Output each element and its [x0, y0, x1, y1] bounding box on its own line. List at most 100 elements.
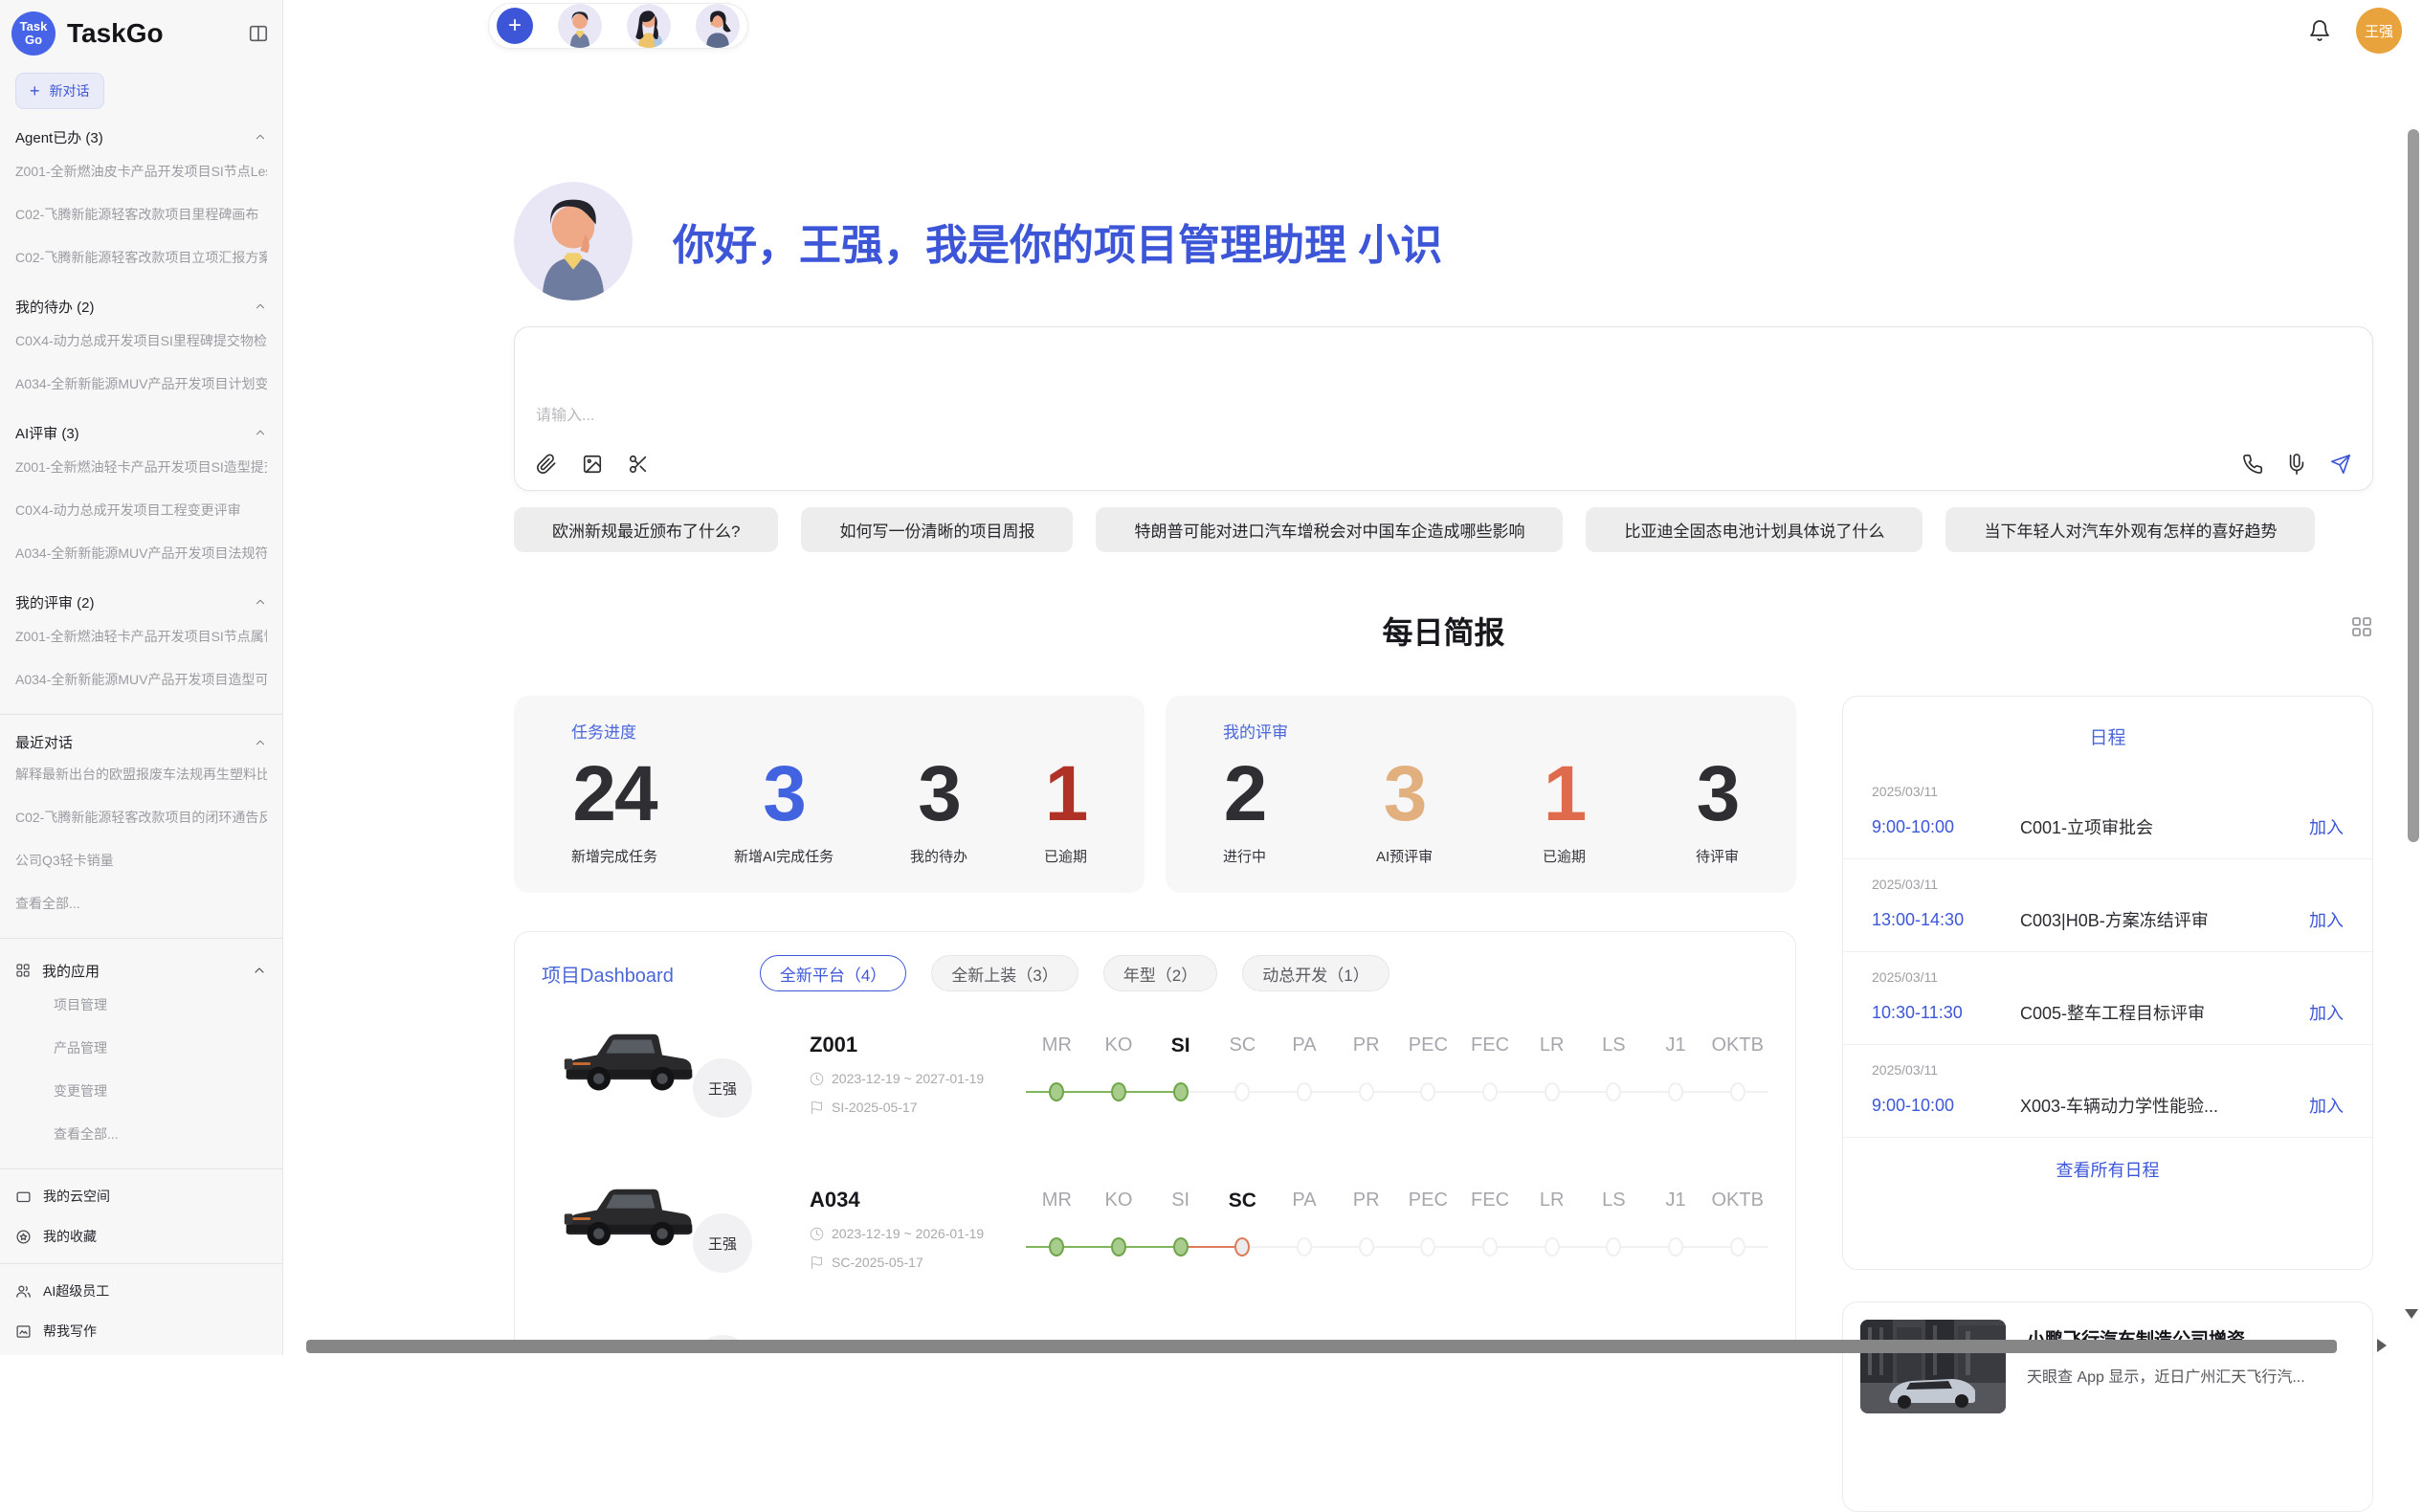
- join-button[interactable]: 加入: [2309, 1093, 2344, 1118]
- suggestion-chip[interactable]: 当下年轻人对汽车外观有怎样的喜好趋势: [1945, 507, 2315, 552]
- sidebar-conversation-item[interactable]: A034-全新新能源MUV产品开发项目法规符合性评审: [15, 531, 267, 574]
- sidebar-item-help-write[interactable]: 帮我写作: [15, 1318, 267, 1345]
- milestone: LR: [1521, 1190, 1583, 1268]
- chat-composer[interactable]: 请输入...: [514, 326, 2373, 491]
- add-member-button[interactable]: +: [497, 8, 533, 44]
- milestone-dot: [1420, 1082, 1435, 1101]
- join-button[interactable]: 加入: [2309, 814, 2344, 839]
- sidebar-app-item[interactable]: 变更管理: [15, 1069, 267, 1112]
- stat-value: 1: [1045, 750, 1087, 838]
- dashboard-filter-tab[interactable]: 动总开发（1）: [1242, 955, 1389, 991]
- join-button[interactable]: 加入: [2309, 1000, 2344, 1025]
- layout-grid-icon[interactable]: [2350, 615, 2373, 638]
- attachment-icon[interactable]: [536, 454, 557, 475]
- sidebar-conversation-item[interactable]: C02-飞腾新能源轻客改款项目立项汇报方案: [15, 235, 267, 278]
- sidebar-item-cloud-space[interactable]: 我的云空间: [15, 1183, 267, 1210]
- milestone-label: PR: [1353, 1034, 1380, 1059]
- microphone-icon[interactable]: [2286, 454, 2307, 475]
- project-row[interactable]: 王强 A034 2023-12-19 ~ 2026-01-19 SC-2025-…: [542, 1146, 1768, 1301]
- suggestion-chip[interactable]: 欧洲新规最近颁布了什么?: [514, 507, 778, 552]
- user-avatar[interactable]: 王强: [2356, 8, 2402, 54]
- project-date-range: 2023-12-19 ~ 2027-01-19: [832, 1071, 984, 1086]
- image-upload-icon[interactable]: [582, 454, 603, 475]
- dashboard-filter-tab[interactable]: 年型（2）: [1103, 955, 1217, 991]
- milestone-label: PR: [1353, 1190, 1380, 1214]
- milestone-dot-wrap: [1274, 1228, 1336, 1268]
- milestone: PR: [1335, 1034, 1397, 1113]
- milestone-label: PEC: [1409, 1190, 1448, 1214]
- scroll-down-arrow[interactable]: [2405, 1309, 2418, 1319]
- sidebar-section: AI评审 (3) Z001-全新燃油轻卡产品开发项目SI造型提交物评审C0X4-…: [15, 420, 267, 574]
- sidebar-conversation-item[interactable]: C02-飞腾新能源轻客改款项目里程碑画布: [15, 192, 267, 235]
- milestone-dot-wrap: [1706, 1073, 1768, 1113]
- sidebar-section-items: C0X4-动力总成开发项目SI里程碑提交物检查A034-全新新能源MUV产品开发…: [15, 319, 267, 405]
- sidebar-section-header[interactable]: Agent已办 (3): [15, 124, 267, 149]
- member-avatar[interactable]: [627, 4, 671, 48]
- sidebar-conversation-item[interactable]: Z001-全新燃油轻卡产品开发项目SI造型提交物评审: [15, 445, 267, 488]
- sidebar-item-favorites[interactable]: 我的收藏: [15, 1223, 267, 1250]
- view-all-schedule-link[interactable]: 查看所有日程: [1843, 1138, 2372, 1201]
- screenshot-scissors-icon[interactable]: [628, 454, 649, 475]
- notification-bell-icon[interactable]: [2308, 19, 2331, 42]
- milestone-dot-wrap: [1335, 1228, 1397, 1268]
- schedule-title: C005-整车工程目标评审: [2020, 1000, 2298, 1025]
- schedule-item: 2025/03/11 9:00-10:00 C001-立项审批会 加入: [1843, 767, 2372, 859]
- dashboard-filter-tab[interactable]: 全新上装（3）: [931, 955, 1078, 991]
- sidebar-conversation-item[interactable]: C02-飞腾新能源轻客改款项目的闭环通告反馈情况: [15, 795, 267, 838]
- milestone-dot: [1173, 1237, 1189, 1256]
- member-avatar[interactable]: [558, 4, 602, 48]
- vertical-scrollbar[interactable]: [2408, 129, 2419, 842]
- milestone-label: PA: [1292, 1190, 1316, 1214]
- milestone-dot-wrap: [1397, 1073, 1459, 1113]
- suggestion-chip[interactable]: 特朗普可能对进口汽车增税会对中国车企造成哪些影响: [1096, 507, 1563, 552]
- sidebar-section: Agent已办 (3) Z001-全新燃油皮卡产品开发项目SI节点Lesson …: [15, 124, 267, 278]
- dashboard-filter-tab[interactable]: 全新平台（4）: [760, 955, 906, 991]
- project-code: Z001: [810, 1033, 1020, 1057]
- topbar: +: [283, 0, 2423, 52]
- suggestion-chip[interactable]: 如何写一份清晰的项目周报: [801, 507, 1073, 552]
- project-row[interactable]: 王强 Z001 2023-12-19 ~ 2027-01-19 SI-2025-…: [542, 991, 1768, 1146]
- sidebar-conversation-item[interactable]: Z001-全新燃油皮卡产品开发项目SI节点Lesson Learn报告: [15, 149, 267, 192]
- suggestion-chip[interactable]: 比亚迪全固态电池计划具体说了什么: [1586, 507, 1923, 552]
- briefing-card-stats: 24 新增完成任务 3 新增AI完成任务 3 我的待办 1 已逾期: [571, 750, 1087, 866]
- sidebar-collapse-icon[interactable]: [248, 23, 269, 44]
- sidebar-conversation-item[interactable]: A034-全新新能源MUV产品开发项目计划变更表编写: [15, 362, 267, 405]
- recent-chats-header[interactable]: 最近对话: [15, 732, 267, 752]
- member-avatar[interactable]: [696, 4, 740, 48]
- taskgo-logo: Task Go: [11, 11, 56, 56]
- project-info: A034 2023-12-19 ~ 2026-01-19 SC-2025-05-…: [781, 1188, 1020, 1270]
- sidebar-conversation-item[interactable]: Z001-全新燃油轻卡产品开发项目SI节点属性5D文件评审: [15, 614, 267, 657]
- sidebar-conversation-item[interactable]: A034-全新新能源MUV产品开发项目造型可行性评审: [15, 657, 267, 700]
- horizontal-scrollbar[interactable]: [306, 1340, 2337, 1353]
- sidebar-conversation-item[interactable]: 查看全部...: [15, 881, 267, 924]
- sidebar-section-header[interactable]: AI评审 (3): [15, 420, 267, 445]
- app-title: TaskGo: [67, 18, 248, 49]
- scroll-right-arrow[interactable]: [2377, 1339, 2387, 1352]
- milestone-dot-wrap: [1026, 1228, 1088, 1268]
- sidebar-section-header[interactable]: 我的评审 (2): [15, 589, 267, 614]
- sidebar-section-items: Z001-全新燃油轻卡产品开发项目SI节点属性5D文件评审A034-全新新能源M…: [15, 614, 267, 700]
- sidebar-item-ai-employee[interactable]: AI超级员工: [15, 1278, 267, 1304]
- sidebar-app-item[interactable]: 查看全部...: [15, 1112, 267, 1155]
- sidebar-section-title: 我的评审 (2): [15, 592, 254, 612]
- my-apps-header[interactable]: 我的应用: [15, 958, 267, 983]
- new-chat-button[interactable]: + 新对话: [15, 73, 104, 109]
- milestone-label: J1: [1665, 1190, 1685, 1214]
- sidebar-app-item[interactable]: 项目管理: [15, 983, 267, 1026]
- news-card[interactable]: 小鹏飞行汽车制造公司增资 天眼查 App 显示，近日广州汇天飞行汽...: [1842, 1301, 2373, 1512]
- sidebar-app-item[interactable]: 产品管理: [15, 1026, 267, 1069]
- send-icon[interactable]: [2330, 454, 2351, 475]
- sidebar-conversation-item[interactable]: 解释最新出台的欧盟报废车法规再生塑料比例被调至15%...: [15, 752, 267, 795]
- milestone-dot-wrap: [1088, 1228, 1150, 1268]
- milestone-dot: [1730, 1082, 1745, 1101]
- voice-call-icon[interactable]: [2242, 454, 2263, 475]
- join-button[interactable]: 加入: [2309, 907, 2344, 932]
- schedule-item: 2025/03/11 10:30-11:30 C005-整车工程目标评审 加入: [1843, 952, 2372, 1045]
- sidebar-conversation-item[interactable]: C0X4-动力总成开发项目工程变更评审: [15, 488, 267, 531]
- sidebar-section-header[interactable]: 我的待办 (2): [15, 294, 267, 319]
- milestone-dot-wrap: [1583, 1228, 1645, 1268]
- milestone-label: LR: [1540, 1190, 1565, 1214]
- sidebar-conversation-item[interactable]: C0X4-动力总成开发项目SI里程碑提交物检查: [15, 319, 267, 362]
- main-area: +: [283, 0, 2423, 1355]
- sidebar-conversation-item[interactable]: 公司Q3轻卡销量: [15, 838, 267, 881]
